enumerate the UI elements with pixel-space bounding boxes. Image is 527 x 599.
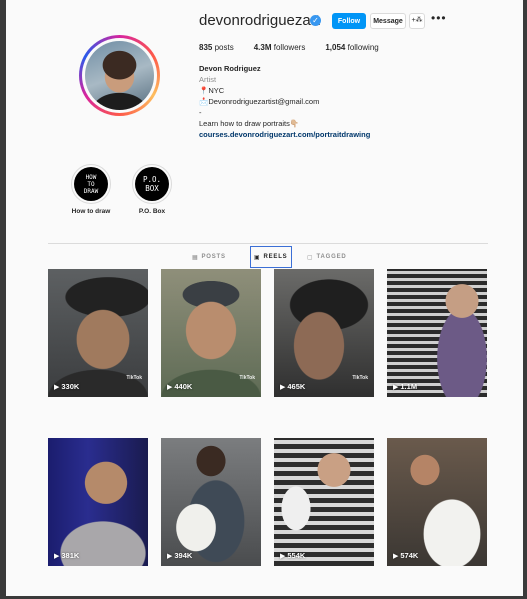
grid-icon: ▦ (192, 254, 199, 261)
reel-tile[interactable]: TikTok ▶ 465K (274, 269, 374, 397)
profile-avatar[interactable] (79, 35, 160, 116)
tab-tagged[interactable]: ▢ TAGGED (307, 246, 347, 268)
bio-separator: - (199, 108, 202, 117)
reel-tile[interactable]: TikTok ▶ 330K (48, 269, 148, 397)
bio-email: 📩Devonrodriguezartist@gmail.com (199, 97, 320, 106)
highlight-how-to-draw[interactable]: HOW TO DRAW How to draw (61, 164, 121, 215)
highlight-po-box[interactable]: P.O. BOX P.O. Box (122, 164, 182, 215)
reel-views: ▶ 330K (54, 382, 80, 391)
follow-button[interactable]: Follow (332, 13, 366, 29)
reel-tile[interactable]: ▶ 381K (48, 438, 148, 566)
tabs-divider (48, 243, 488, 244)
profile-bio: Devon Rodriguez Artist 📍NYC 📩Devonrodrig… (199, 63, 370, 140)
highlight-label: P.O. Box (138, 208, 166, 215)
bio-location: 📍NYC (199, 86, 225, 95)
location-pin-icon: 📍 (199, 86, 209, 95)
tiktok-watermark: TikTok (126, 375, 142, 381)
tagged-icon: ▢ (307, 254, 314, 261)
reel-views: ▶ 440K (167, 382, 193, 391)
play-icon: ▶ (280, 383, 286, 391)
reel-views: ▶ 554K (280, 551, 306, 560)
bio-link[interactable]: courses.devonrodriguezart.com/portraitdr… (199, 129, 370, 140)
bio-category: Artist (199, 75, 217, 84)
more-horizontal-icon[interactable]: ••• (431, 11, 447, 25)
profile-username: devonrodriguezart (199, 12, 320, 29)
highlight-cover: P.O. BOX (135, 167, 169, 201)
tab-reels[interactable]: ▣ REELS (250, 246, 292, 268)
bio-tagline: Learn how to draw portraits👇🏼 (199, 119, 300, 128)
followers-stat[interactable]: 4.3M followers (254, 43, 306, 52)
reels-icon: ▣ (254, 254, 261, 261)
tiktok-watermark: TikTok (239, 375, 255, 381)
highlight-label: How to draw (71, 208, 111, 215)
add-person-icon[interactable]: +⁂ (409, 13, 425, 29)
following-stat[interactable]: 1,054 following (325, 43, 378, 52)
reel-tile[interactable]: ▶ 1.1M (387, 269, 487, 397)
tab-posts[interactable]: ▦ POSTS (192, 246, 226, 268)
play-icon: ▶ (54, 383, 60, 391)
reel-tile[interactable]: TikTok ▶ 440K (161, 269, 261, 397)
verified-badge-icon: ✓ (310, 15, 321, 26)
reel-views: ▶ 574K (393, 551, 419, 560)
reel-tile[interactable]: ▶ 554K (274, 438, 374, 566)
play-icon: ▶ (167, 552, 173, 560)
profile-page: devonrodriguezart ✓ Follow Message +⁂ ••… (6, 0, 523, 596)
reel-tile[interactable]: ▶ 574K (387, 438, 487, 566)
reel-views: ▶ 465K (280, 382, 306, 391)
play-icon: ▶ (167, 383, 173, 391)
posts-stat: 835 posts (199, 43, 234, 52)
message-button[interactable]: Message (370, 13, 406, 29)
avatar-photo (85, 41, 154, 110)
profile-stats: 835 posts 4.3M followers 1,054 following (199, 43, 379, 52)
highlight-cover: HOW TO DRAW (74, 167, 108, 201)
reel-views: ▶ 381K (54, 551, 80, 560)
play-icon: ▶ (393, 552, 399, 560)
reel-views: ▶ 1.1M (393, 382, 418, 391)
play-icon: ▶ (393, 383, 399, 391)
reel-tile[interactable]: ▶ 394K (161, 438, 261, 566)
play-icon: ▶ (54, 552, 60, 560)
bio-name: Devon Rodriguez (199, 64, 261, 73)
reel-views: ▶ 394K (167, 551, 193, 560)
tiktok-watermark: TikTok (352, 375, 368, 381)
play-icon: ▶ (280, 552, 286, 560)
envelope-icon: 📩 (199, 97, 209, 106)
